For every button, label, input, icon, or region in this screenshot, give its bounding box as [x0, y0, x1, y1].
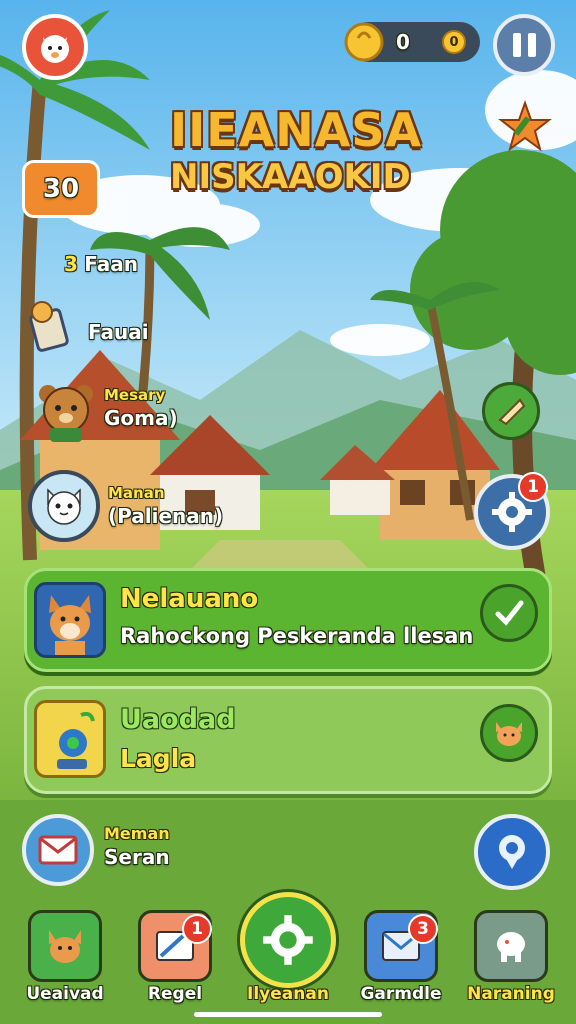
map-button[interactable] [482, 382, 540, 440]
quest-card-1-check-button[interactable] [480, 584, 538, 642]
mail-labels: Meman Seran [104, 824, 170, 869]
token-count: 0 [449, 34, 459, 50]
quest-card-2-subtitle: Lagla [120, 744, 197, 773]
quest-card-1-title: Nelauano [120, 584, 259, 614]
profile-avatar-button[interactable] [22, 14, 88, 80]
map-icon [498, 398, 526, 426]
nav-center-settings-button[interactable] [240, 892, 336, 988]
side-item-2-label: Fauai [88, 320, 149, 344]
nav-tile-1[interactable] [28, 910, 102, 982]
nav-badge-4: 3 [408, 914, 438, 944]
nav-label-3: Ilyeanan [247, 984, 329, 1004]
side-item-1-label: Faan [84, 252, 139, 276]
mail-label1: Meman [104, 824, 170, 843]
quest-card-2-pet-button[interactable] [480, 704, 538, 762]
token-icon: 0 [442, 30, 466, 54]
nav-label-4: Garmdle [360, 984, 442, 1004]
side-item-3-label2: Goma) [104, 406, 178, 430]
elephant-icon [497, 932, 525, 962]
coin-count: 0 [396, 30, 410, 54]
side-item-3-label1: Mesary [104, 386, 166, 404]
scroll-icon[interactable] [24, 298, 74, 354]
gear-icon [263, 915, 313, 965]
nav-label-1: Ueaivad [26, 984, 104, 1004]
home-indicator [194, 1012, 382, 1017]
star-reward-icon[interactable] [498, 100, 552, 154]
side-item-4[interactable]: Manan (Palienan) [108, 484, 223, 528]
nav-label-5: Naraning [467, 984, 555, 1004]
bear-character-icon[interactable] [34, 380, 98, 444]
pause-button[interactable] [493, 14, 555, 76]
game-title-line1: IIEANASA [170, 103, 423, 157]
checkmark-icon [495, 600, 524, 626]
coin-icon [344, 22, 384, 62]
mail-label2: Seran [104, 845, 170, 869]
quest-card-1-subtitle: Rahockong Peskeranda llesan [120, 624, 474, 648]
robot-bird-icon [57, 711, 95, 769]
fox-icon [49, 595, 91, 655]
side-item-4-label2: (Palienan) [108, 504, 224, 528]
nav-label-2: Regel [147, 984, 203, 1004]
settings-notification-badge: 1 [518, 472, 548, 502]
nav-tile-5[interactable] [474, 910, 548, 982]
nav-badge-2: 1 [182, 914, 212, 944]
cat-icon [496, 722, 522, 746]
location-pin-icon [499, 835, 525, 869]
game-scene: 0 0 IIEANASA NISKAAOKID 30 3 Faan Fauai [0, 0, 576, 1024]
side-item-4-label1: Manan [108, 484, 165, 502]
side-item-1-count: 3 [64, 252, 78, 276]
quest-card-2-title: Uaodad [120, 704, 236, 735]
fox-avatar-icon [41, 35, 69, 63]
cat-face-icon [47, 488, 81, 525]
side-item-3[interactable]: Mesary Goma) [104, 386, 178, 430]
cat-icon [49, 930, 81, 963]
side-item-1[interactable]: 3 Faan [64, 252, 138, 276]
envelope-icon [38, 835, 78, 865]
level-box[interactable]: 30 [22, 160, 100, 218]
mail-button[interactable] [22, 814, 94, 886]
cat-character-button[interactable] [28, 470, 100, 542]
game-title: IIEANASA NISKAAOKID [170, 103, 423, 198]
pause-icon [512, 33, 536, 57]
chat-button[interactable] [474, 814, 550, 890]
level-value: 30 [42, 174, 80, 204]
quest-card-2-image [34, 700, 106, 778]
game-title-line2: NISKAAOKID [170, 157, 411, 197]
quest-card-1-image [34, 582, 106, 658]
